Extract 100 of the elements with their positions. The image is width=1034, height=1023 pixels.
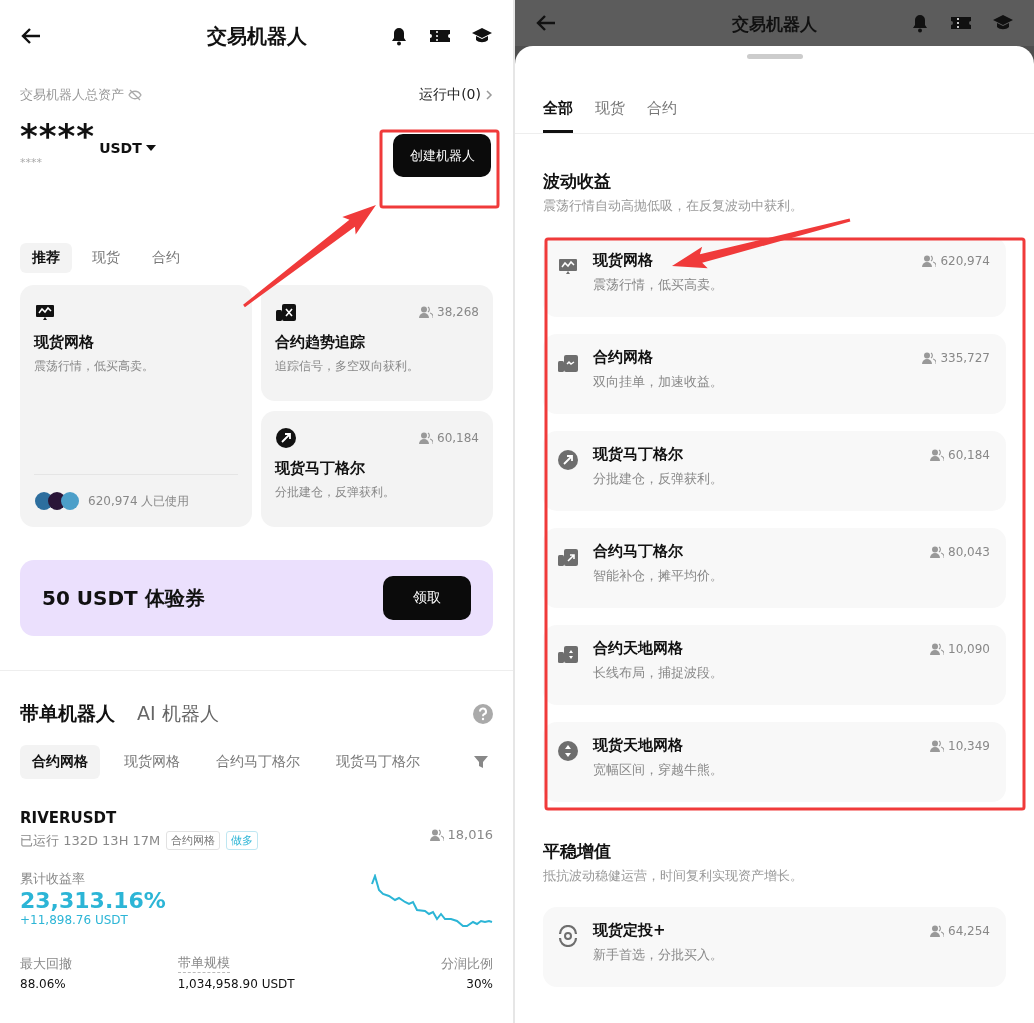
filter-chip[interactable]: 现货马丁格尔: [324, 745, 432, 779]
users-icon: [930, 545, 944, 558]
avatar-stack-drawing: [34, 491, 82, 511]
users-icon: [429, 828, 444, 841]
total-assets-amount: ****: [20, 116, 96, 156]
strategy-description: 宽幅区间，穿越牛熊。: [593, 761, 724, 779]
section-description: 抵抗波动稳健运营，时间复利实现资产增长。: [543, 867, 804, 885]
profit-amount: +11,898.76 USDT: [20, 913, 129, 927]
section-title: 平稳增值: [543, 840, 612, 863]
category-tab[interactable]: 推荐: [20, 243, 72, 273]
strategy-icon: [557, 925, 579, 947]
strategy-description: 分批建仓，反弹获利。: [275, 484, 396, 501]
strategy-description: 智能补仓，摊平均价。: [593, 567, 724, 585]
strategy-description: 双向挂单，加速收益。: [593, 373, 724, 391]
strategy-title: 合约天地网格: [593, 639, 683, 658]
trading-pair: RIVERUSDT: [20, 809, 118, 827]
strategy-card[interactable]: 38,268 合约趋势追踪 追踪信号，多空双向获利。: [261, 285, 493, 401]
strategy-title: 合约马丁格尔: [593, 542, 683, 561]
users-count: 80,043: [930, 544, 990, 559]
strategy-icon: [275, 427, 297, 449]
users-count: 10,090: [930, 641, 990, 656]
strategy-item[interactable]: 合约网格 335,727 双向挂单，加速收益。: [543, 334, 1006, 414]
strategy-title: 合约网格: [593, 348, 653, 367]
running-link[interactable]: 运行中(0): [419, 86, 493, 104]
page-title: 交易机器人: [732, 12, 817, 36]
return-label: 累计收益率: [20, 871, 85, 886]
strategy-description: 追踪信号，多空双向获利。: [275, 358, 420, 375]
users-icon: [922, 351, 937, 364]
drag-handle[interactable]: [746, 54, 803, 59]
category-tab[interactable]: 合约: [140, 243, 192, 273]
strategy-icon: [557, 546, 579, 568]
users-count: 38,268: [419, 305, 479, 319]
strategy-tag: 合约网格: [166, 831, 221, 850]
strategy-description: 震荡行情，低买高卖。: [593, 276, 724, 294]
strategy-title: 现货定投+: [593, 921, 666, 940]
strategy-icon: [557, 643, 579, 665]
category-tab[interactable]: 现货: [80, 243, 132, 273]
strategy-title: 现货网格: [593, 251, 653, 270]
strategy-title: 现货马丁格尔: [593, 445, 683, 464]
users-icon: [922, 254, 937, 267]
strategy-tag: 做多: [226, 831, 259, 850]
bot-type-tab[interactable]: 带单机器人: [20, 701, 115, 727]
users-count: 620,974: [922, 253, 990, 268]
strategy-item[interactable]: 合约马丁格尔 80,043 智能补仓，摊平均价。: [543, 528, 1006, 608]
section-title: 波动收益: [543, 170, 612, 193]
strategy-title: 现货天地网格: [593, 736, 683, 755]
strategy-description: 长线布局，捕捉波段。: [593, 664, 724, 682]
strategy-title: 现货网格: [34, 333, 95, 352]
users-count: 10,349: [930, 738, 990, 753]
followers-count: 18,016: [429, 827, 493, 842]
filter-chip[interactable]: 合约网格: [20, 745, 100, 779]
cumulative-return: 23,313.16%: [20, 888, 166, 913]
strategy-card[interactable]: 现货网格 震荡行情，低买高卖。 620,974 人已使用: [20, 285, 252, 527]
strategy-item[interactable]: 现货马丁格尔 60,184 分批建仓，反弹获利。: [543, 431, 1006, 511]
strategy-item[interactable]: 现货天地网格 10,349 宽幅区间，穿越牛熊。: [543, 722, 1006, 802]
users-icon: [419, 306, 433, 318]
stat-value: 1,034,958.90 USDT: [177, 977, 295, 991]
strategy-icon: [275, 301, 297, 323]
users-count: 60,184: [930, 447, 990, 462]
category-tab[interactable]: 合约: [647, 99, 677, 133]
strategy-card[interactable]: 60,184 现货马丁格尔 分批建仓，反弹获利。: [261, 411, 493, 527]
back-arrow-icon[interactable]: [20, 26, 42, 46]
strategy-item[interactable]: 现货定投+ 64,254 新手首选，分批买入。: [543, 907, 1006, 987]
strategy-icon: [557, 740, 579, 762]
help-icon[interactable]: [473, 704, 493, 724]
users-count: 335,727: [922, 350, 990, 365]
bell-icon[interactable]: [389, 26, 409, 46]
users-count: 60,184: [419, 431, 479, 445]
stat-value: 30%: [466, 976, 493, 991]
voucher-title: 50 USDT 体验券: [42, 584, 205, 612]
users-count: 620,974 人已使用: [88, 492, 190, 510]
users-icon: [930, 739, 944, 752]
strategy-icon: [557, 449, 579, 471]
strategy-item[interactable]: 合约天地网格 10,090 长线布局，捕捉波段。: [543, 625, 1006, 705]
claim-button[interactable]: 领取: [383, 576, 471, 620]
stat-label: 分润比例: [441, 954, 493, 973]
caret-icon: [145, 145, 156, 151]
users-icon: [930, 448, 944, 461]
eye-off-icon[interactable]: [128, 89, 142, 101]
strategy-title: 合约趋势追踪: [275, 333, 366, 352]
strategy-description: 震荡行情，低买高卖。: [34, 358, 155, 375]
users-count: 64,254: [930, 923, 990, 938]
users-icon: [419, 432, 433, 444]
fiat-amount: ****: [20, 156, 43, 169]
stat-label: 最大回撤: [20, 954, 72, 973]
strategy-title: 现货马丁格尔: [275, 459, 366, 478]
filter-icon[interactable]: [473, 754, 489, 770]
create-bot-button[interactable]: 创建机器人: [393, 134, 491, 177]
currency-selector[interactable]: USDT: [99, 140, 156, 156]
users-icon: [930, 642, 944, 655]
stat-label: 带单规模: [177, 954, 230, 973]
filter-chip[interactable]: 合约马丁格尔: [204, 745, 312, 779]
category-tab[interactable]: 全部: [543, 99, 573, 133]
filter-chip[interactable]: 现货网格: [112, 745, 192, 779]
category-tab[interactable]: 现货: [595, 99, 625, 133]
assets-label: 交易机器人总资产: [20, 86, 124, 104]
users-icon: [930, 924, 944, 937]
runtime-text: 已运行 132D 13H 17M: [20, 831, 161, 850]
section-description: 震荡行情自动高抛低吸，在反复波动中获利。: [543, 197, 804, 215]
bot-type-tab[interactable]: AI 机器人: [137, 701, 219, 727]
